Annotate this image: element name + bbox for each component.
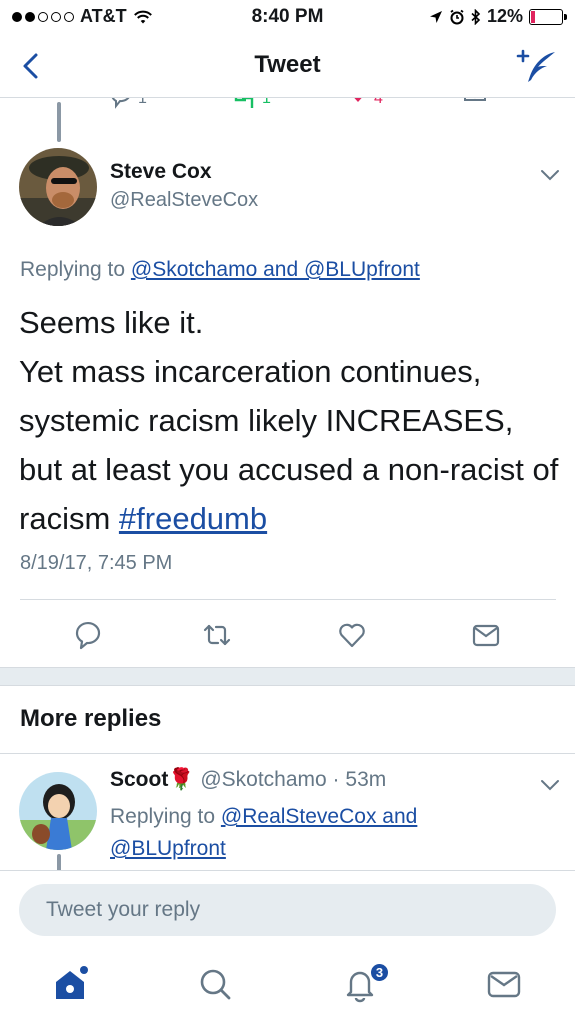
tweet-actions-row [0,612,575,656]
previous-tweet-actions: 1 1 4 [0,98,575,120]
alarm-clock-icon [450,9,464,24]
previous-like-count: 4 [374,98,383,107]
previous-like-action[interactable]: 4 [346,98,383,110]
reply-icon [111,98,130,109]
battery-percent: 12% [486,6,523,26]
reply-author-handle[interactable]: @Skotchamo [200,768,326,791]
notifications-badge: 3 [369,962,390,983]
more-replies-heading: More replies [20,705,162,732]
messages-icon[interactable] [484,964,524,1004]
rose-emoji: 🌹 [168,768,195,791]
previous-reply-action[interactable]: 1 [108,98,147,110]
status-right: 12% [429,6,567,27]
avatar[interactable] [19,148,97,226]
heart-filled-icon [354,98,362,102]
retweet-icon[interactable] [202,620,232,650]
compose-tweet-icon[interactable] [515,46,559,86]
envelope-icon[interactable] [471,620,501,650]
tweet-text-line1: Seems like it. [19,305,204,340]
reply-header: Scoot🌹 @Skotchamo · 53m [110,768,387,791]
previous-retweet-count: 1 [262,98,271,107]
retweet-icon [234,98,254,108]
reply-time: 53m [345,768,387,791]
reply-input[interactable]: Tweet your reply [19,884,556,936]
reply-replying-label: Replying to [110,805,216,828]
previous-dm-action[interactable] [462,98,488,110]
previous-reply-count: 1 [138,98,147,107]
tweet-text: Seems like it. Yet mass incarceration co… [19,298,564,543]
author-handle[interactable]: @RealSteveCox [110,189,258,212]
bluetooth-icon [471,8,481,25]
tweet-timestamp: 8/19/17, 7:45 PM [20,552,173,574]
chevron-down-icon[interactable] [538,163,562,187]
envelope-icon [464,98,486,101]
navigation-bar: Tweet [0,34,575,98]
section-gap [0,667,575,686]
location-arrow-icon [429,10,442,23]
reply-avatar[interactable] [19,772,97,850]
author-name[interactable]: Steve Cox [110,160,212,184]
divider [0,753,575,754]
reply-icon[interactable] [73,620,103,650]
divider [20,599,556,600]
previous-retweet-action[interactable]: 1 [230,98,271,110]
tab-bar [0,950,575,1024]
search-icon[interactable] [195,964,235,1004]
replying-to-link[interactable]: @Skotchamo and @BLUpfront [131,258,420,281]
heart-icon[interactable] [337,620,367,650]
home-icon[interactable] [50,964,90,1004]
chevron-down-icon[interactable] [538,773,562,797]
reply-input-placeholder: Tweet your reply [46,898,201,921]
hashtag-link[interactable]: #freedumb [119,501,267,536]
reply-author-name[interactable]: Scoot [110,768,168,791]
page-title: Tweet [254,51,321,78]
battery-icon [529,8,567,25]
replying-to-label: Replying to [20,258,126,281]
reply-replying-to: Replying to @RealSteveCox and @BLUpfront [110,801,530,865]
replying-to-line: Replying to @Skotchamo and @BLUpfront [20,258,420,282]
status-bar: AT&T 8:40 PM 12% [0,0,575,34]
thread-connector-line [57,102,61,142]
tweet-text-body: Yet mass incarceration continues, system… [19,354,559,536]
